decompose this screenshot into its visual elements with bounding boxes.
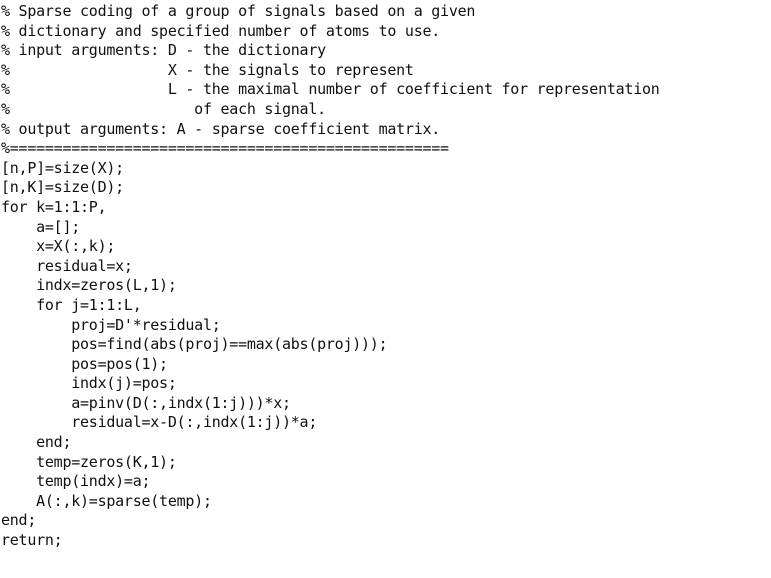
code-line: pos=pos(1); — [1, 354, 168, 373]
code-line: residual=x; — [1, 256, 133, 275]
code-line: % output arguments: A - sparse coefficie… — [1, 119, 441, 138]
code-line: for k=1:1:P, — [1, 197, 107, 216]
code-line: % input arguments: D - the dictionary — [1, 41, 326, 60]
code-line: % dictionary and specified number of ato… — [1, 21, 441, 40]
source-code-text[interactable]: % Sparse coding of a group of signals ba… — [1, 2, 771, 551]
code-line: [n,K]=size(D); — [1, 178, 124, 197]
code-line: return; — [1, 531, 63, 550]
code-line: temp=zeros(K,1); — [1, 452, 177, 471]
code-line: % Sparse coding of a group of signals ba… — [1, 2, 476, 20]
code-line: a=[]; — [1, 217, 81, 236]
code-line: % of each signal. — [1, 99, 326, 118]
code-line: temp(indx)=a; — [1, 472, 151, 491]
code-line: residual=x-D(:,indx(1:j))*a; — [1, 413, 318, 432]
code-line: indx(j)=pos; — [1, 374, 177, 393]
code-line: [n,P]=size(X); — [1, 158, 124, 177]
code-line: x=X(:,k); — [1, 237, 116, 256]
code-line: A(:,k)=sparse(temp); — [1, 491, 212, 510]
code-line: % X - the signals to represent — [1, 60, 414, 79]
code-line: end; — [1, 511, 37, 530]
code-listing-panel: % Sparse coding of a group of signals ba… — [0, 0, 771, 578]
code-line: a=pinv(D(:,indx(1:j)))*x; — [1, 393, 291, 412]
code-line-separator: %=======================================… — [1, 139, 449, 158]
code-line: end; — [1, 433, 72, 452]
code-line: proj=D'*residual; — [1, 315, 221, 334]
code-line: pos=find(abs(proj)==max(abs(proj))); — [1, 335, 388, 354]
code-line: % L - the maximal number of coefficient … — [1, 80, 660, 99]
code-line: indx=zeros(L,1); — [1, 276, 177, 295]
code-line: for j=1:1:L, — [1, 295, 142, 314]
